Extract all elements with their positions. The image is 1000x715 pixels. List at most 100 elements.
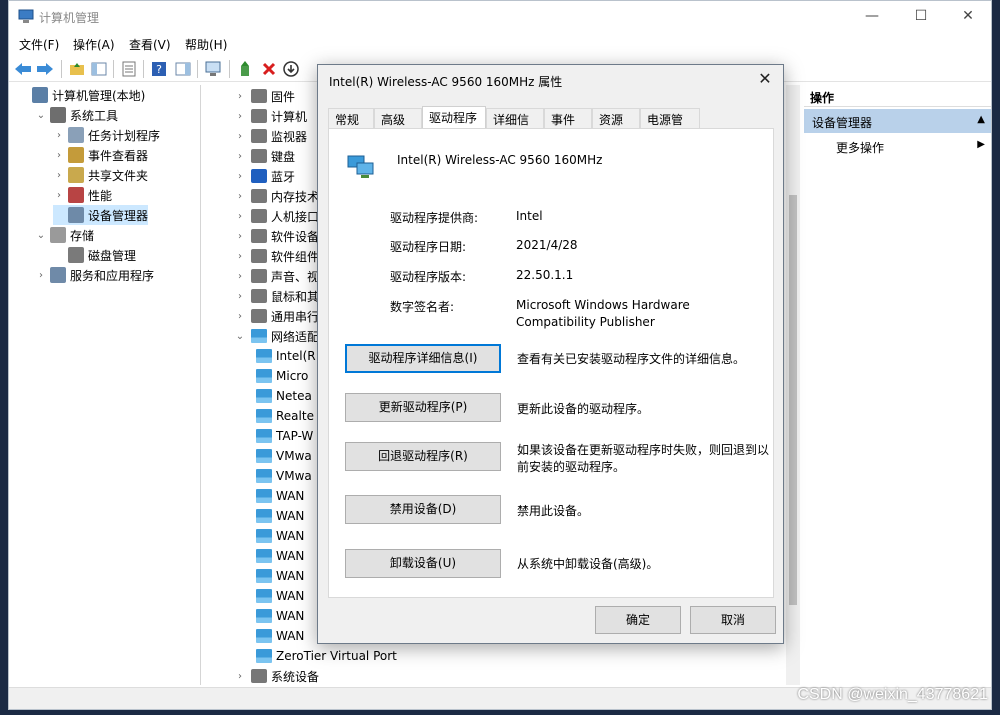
expand-right-icon[interactable]: ›: [234, 151, 246, 162]
tab-general[interactable]: 常规: [328, 108, 374, 128]
rollback-driver-button[interactable]: 回退驱动程序(R): [345, 442, 501, 471]
menu-view[interactable]: 查看(V): [129, 36, 171, 53]
tab-advanced[interactable]: 高级: [374, 108, 422, 128]
expand-right-icon[interactable]: ›: [234, 111, 246, 122]
nav-tree-item[interactable]: ⌄ 存储: [35, 225, 94, 245]
monitor-icon: [251, 129, 267, 143]
device-name: Intel(R) Wireless-AC 9560 160MHz: [397, 153, 603, 167]
device-tree-item[interactable]: WAN: [256, 546, 304, 566]
ok-button[interactable]: 确定: [595, 606, 681, 634]
properties-icon[interactable]: [119, 59, 139, 79]
tab-power-management[interactable]: 电源管理: [640, 108, 700, 144]
expand-down-icon[interactable]: ⌄: [35, 110, 47, 121]
nav-tree-item[interactable]: › 事件查看器: [53, 145, 148, 165]
network-adapter-icon: [256, 589, 272, 603]
expand-right-icon[interactable]: ›: [234, 291, 246, 302]
close-window-button[interactable]: ✕: [945, 1, 991, 31]
collapse-up-icon[interactable]: ▲: [977, 114, 985, 125]
expand-right-icon[interactable]: ›: [53, 150, 65, 161]
scan-hardware-icon[interactable]: [203, 59, 223, 79]
device-tree-item[interactable]: › 监视器: [234, 126, 307, 146]
back-icon[interactable]: [13, 59, 33, 79]
device-tree-scrollbar[interactable]: [786, 85, 800, 685]
disable-device-icon[interactable]: [281, 59, 301, 79]
up-folder-icon[interactable]: [67, 59, 87, 79]
expand-right-icon[interactable]: ›: [35, 270, 47, 281]
tab-events[interactable]: 事件: [544, 108, 592, 128]
device-tree-item[interactable]: › 固件: [234, 86, 295, 106]
device-tree-item[interactable]: › 键盘: [234, 146, 295, 166]
maximize-button[interactable]: ☐: [898, 1, 944, 31]
device-tree-item[interactable]: WAN: [256, 566, 304, 586]
help-icon[interactable]: ?: [149, 59, 169, 79]
device-tree-item[interactable]: VMwa: [256, 446, 312, 466]
expand-right-icon[interactable]: ›: [234, 191, 246, 202]
expand-right-icon[interactable]: ›: [53, 170, 65, 181]
dialog-close-icon[interactable]: ✕: [755, 69, 775, 88]
menu-help[interactable]: 帮助(H): [185, 36, 227, 53]
device-tree-item[interactable]: WAN: [256, 606, 304, 626]
more-actions-item[interactable]: 更多操作 ▶: [804, 135, 991, 157]
nav-tree-item[interactable]: › 任务计划程序: [53, 125, 160, 145]
nav-tree-item[interactable]: › 共享文件夹: [53, 165, 148, 185]
uninstall-icon[interactable]: [259, 59, 279, 79]
expand-down-icon[interactable]: ⌄: [35, 230, 47, 241]
device-tree-item[interactable]: WAN: [256, 526, 304, 546]
device-tree-item[interactable]: Micro: [256, 366, 308, 386]
view-icon[interactable]: [173, 59, 193, 79]
driver-provider-value: Intel: [516, 209, 543, 223]
bluetooth-icon: [251, 169, 267, 183]
device-tree-item[interactable]: WAN: [256, 486, 304, 506]
device-tree-item[interactable]: WAN: [256, 626, 304, 646]
menu-file[interactable]: 文件(F): [19, 36, 59, 53]
disable-device-button[interactable]: 禁用设备(D): [345, 495, 501, 524]
expand-right-icon[interactable]: ›: [53, 190, 65, 201]
device-tree-item[interactable]: ZeroTier Virtual Port: [256, 646, 397, 666]
device-tree-item[interactable]: › 软件设备: [234, 226, 319, 246]
nav-tree-item[interactable]: 计算机管理(本地): [17, 85, 145, 105]
nav-tree-item[interactable]: 磁盘管理: [53, 245, 136, 265]
device-tree-item[interactable]: Netea: [256, 386, 312, 406]
menu-action[interactable]: 操作(A): [73, 36, 115, 53]
tab-resources[interactable]: 资源: [592, 108, 640, 128]
device-tree-item[interactable]: TAP-W: [256, 426, 313, 446]
nav-tree-item[interactable]: 设备管理器: [53, 205, 149, 225]
tab-driver[interactable]: 驱动程序: [422, 106, 486, 129]
device-tree-item[interactable]: WAN: [256, 586, 304, 606]
device-tree-item[interactable]: › 软件组件: [234, 246, 319, 266]
expand-right-icon[interactable]: ›: [53, 130, 65, 141]
expand-right-icon[interactable]: ›: [234, 131, 246, 142]
update-driver-button[interactable]: 更新驱动程序(P): [345, 393, 501, 422]
expand-right-icon[interactable]: ›: [234, 91, 246, 102]
expand-down-icon[interactable]: ⌄: [234, 331, 246, 342]
network-adapter-icon: [251, 329, 267, 343]
scrollbar-thumb[interactable]: [789, 195, 797, 605]
nav-tree-item[interactable]: › 服务和应用程序: [35, 265, 154, 285]
forward-icon[interactable]: [35, 59, 55, 79]
tab-details[interactable]: 详细信息: [486, 108, 544, 144]
nav-tree-item[interactable]: › 性能: [53, 185, 112, 205]
expand-right-icon[interactable]: ›: [234, 211, 246, 222]
device-tree-item[interactable]: › 计算机: [234, 106, 307, 126]
driver-details-button[interactable]: 驱动程序详细信息(I): [345, 344, 501, 373]
nav-tree-item[interactable]: ⌄ 系统工具: [35, 105, 118, 125]
update-driver-icon[interactable]: [235, 59, 255, 79]
expand-right-icon[interactable]: ›: [234, 171, 246, 182]
device-tree-item[interactable]: Realte: [256, 406, 314, 426]
device-tree-item[interactable]: Intel(R: [256, 346, 316, 366]
device-tree-item[interactable]: VMwa: [256, 466, 312, 486]
expand-right-icon[interactable]: ›: [234, 271, 246, 282]
expand-right-icon[interactable]: ›: [234, 311, 246, 322]
device-tree-label: 软件设备: [271, 229, 320, 244]
expand-right-icon[interactable]: ›: [234, 251, 246, 262]
device-tree-item[interactable]: › 蓝牙: [234, 166, 295, 186]
actions-section-device-manager[interactable]: 设备管理器 ▲: [804, 109, 991, 133]
uninstall-device-button[interactable]: 卸载设备(U): [345, 549, 501, 578]
expand-right-icon[interactable]: ›: [234, 671, 246, 682]
minimize-button[interactable]: —: [849, 1, 895, 31]
show-hide-tree-icon[interactable]: [89, 59, 109, 79]
device-tree-item[interactable]: WAN: [256, 506, 304, 526]
cancel-button[interactable]: 取消: [690, 606, 776, 634]
device-tree-item[interactable]: › 系统设备: [234, 666, 319, 686]
expand-right-icon[interactable]: ›: [234, 231, 246, 242]
